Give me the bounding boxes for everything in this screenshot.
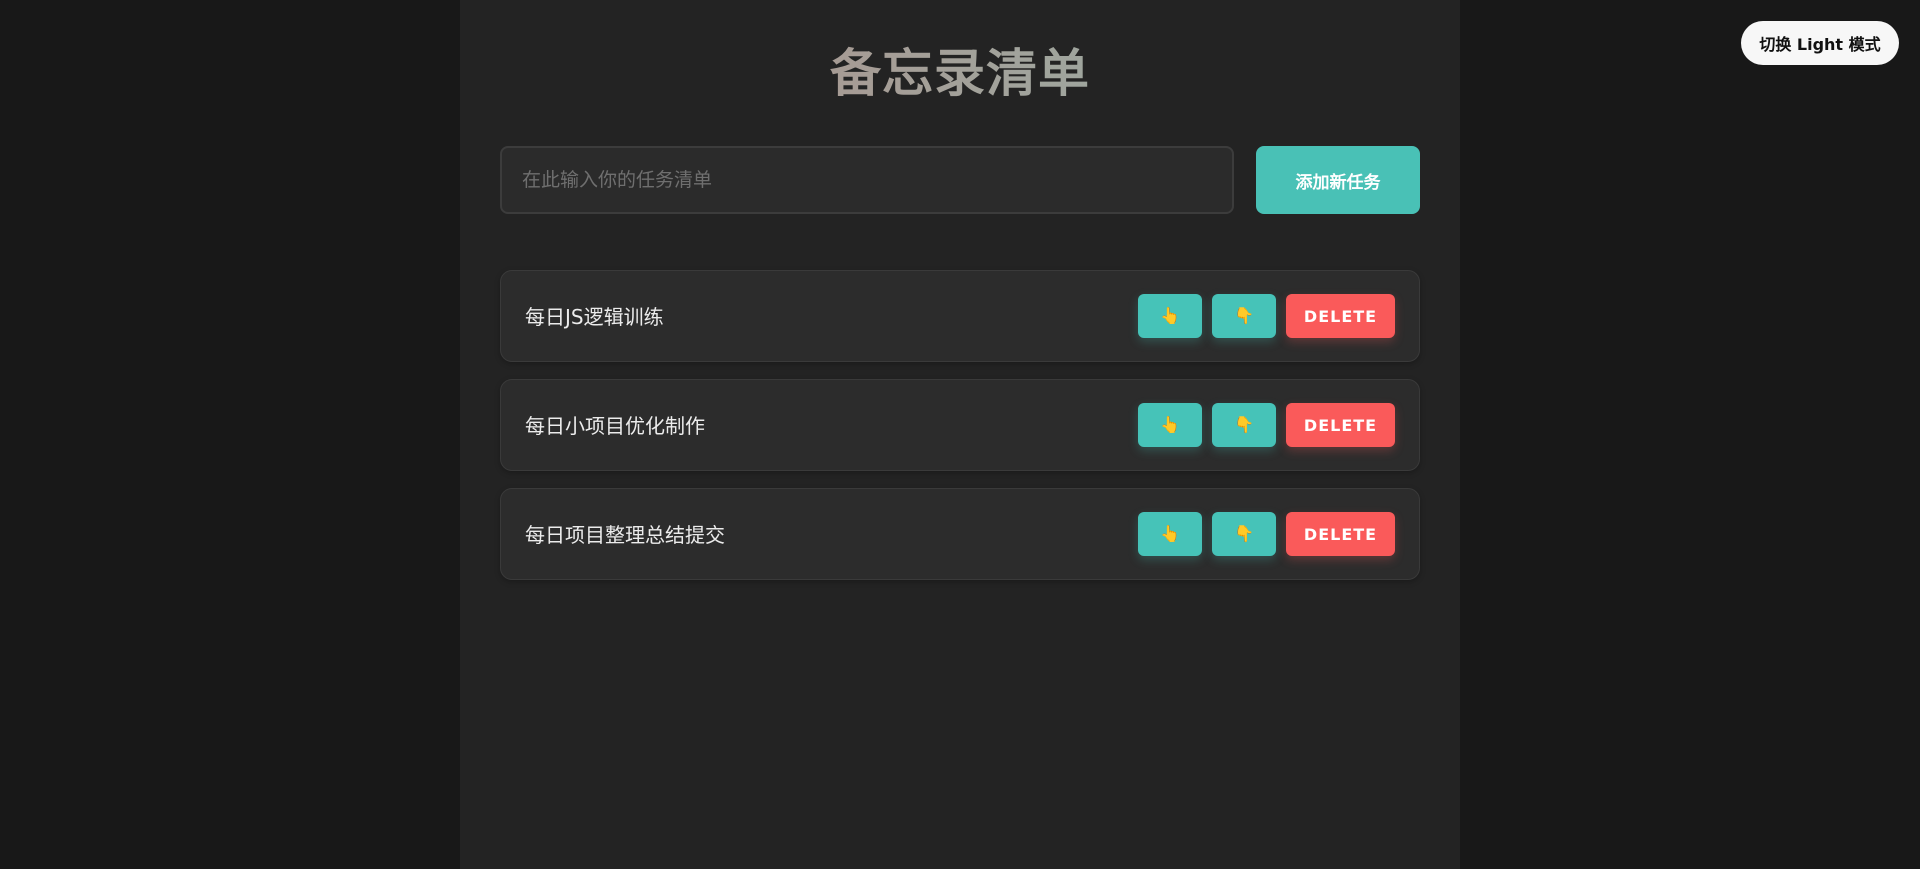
app-page: 切换 Light 模式 备忘录清单 添加新任务 每日JS逻辑训练 👆 👇 DEL…: [0, 0, 1920, 869]
task-input[interactable]: [500, 146, 1234, 214]
pointing-up-hand-icon: 👆: [1160, 417, 1180, 434]
move-down-button[interactable]: 👇: [1212, 294, 1276, 338]
move-down-button[interactable]: 👇: [1212, 403, 1276, 447]
move-down-button[interactable]: 👇: [1212, 512, 1276, 556]
todo-container: 备忘录清单 添加新任务 每日JS逻辑训练 👆 👇 DELETE 每: [460, 0, 1460, 869]
move-up-button[interactable]: 👆: [1138, 403, 1202, 447]
delete-button[interactable]: DELETE: [1286, 294, 1395, 338]
delete-button[interactable]: DELETE: [1286, 403, 1395, 447]
add-task-button[interactable]: 添加新任务: [1256, 146, 1420, 214]
task-actions: 👆 👇 DELETE: [1138, 512, 1395, 556]
delete-button[interactable]: DELETE: [1286, 512, 1395, 556]
move-up-button[interactable]: 👆: [1138, 512, 1202, 556]
pointing-down-hand-icon: 👇: [1234, 417, 1254, 434]
task-text: 每日项目整理总结提交: [525, 523, 725, 547]
pointing-up-hand-icon: 👆: [1160, 308, 1180, 325]
pointing-down-hand-icon: 👇: [1234, 308, 1254, 325]
task-item: 每日项目整理总结提交 👆 👇 DELETE: [500, 488, 1420, 580]
task-text: 每日JS逻辑训练: [525, 305, 664, 329]
task-actions: 👆 👇 DELETE: [1138, 294, 1395, 338]
pointing-down-hand-icon: 👇: [1234, 526, 1254, 543]
page-title: 备忘录清单: [460, 41, 1460, 109]
task-item: 每日小项目优化制作 👆 👇 DELETE: [500, 379, 1420, 471]
task-list: 每日JS逻辑训练 👆 👇 DELETE 每日小项目优化制作 👆 👇 DELETE…: [500, 270, 1420, 597]
task-actions: 👆 👇 DELETE: [1138, 403, 1395, 447]
task-item: 每日JS逻辑训练 👆 👇 DELETE: [500, 270, 1420, 362]
new-task-row: 添加新任务: [500, 146, 1420, 214]
task-text: 每日小项目优化制作: [525, 414, 705, 438]
theme-toggle-button[interactable]: 切换 Light 模式: [1741, 21, 1899, 65]
move-up-button[interactable]: 👆: [1138, 294, 1202, 338]
pointing-up-hand-icon: 👆: [1160, 526, 1180, 543]
